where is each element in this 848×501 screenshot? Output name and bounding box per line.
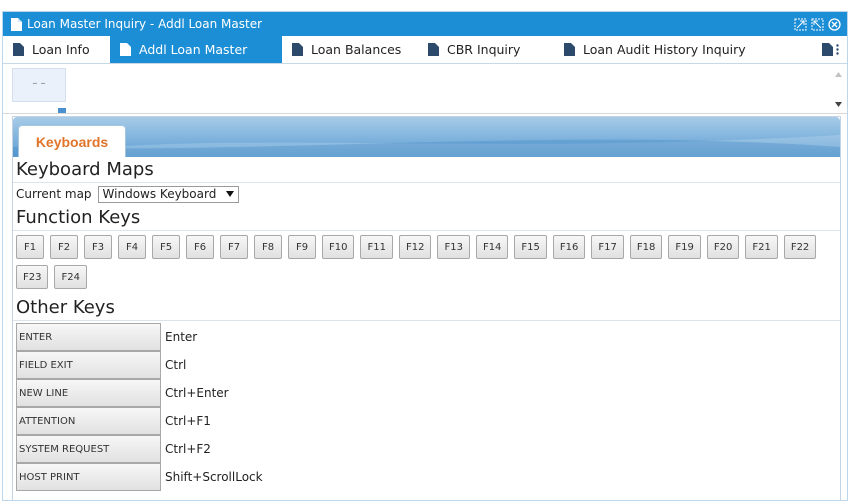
- function-key-button[interactable]: F5: [152, 235, 180, 259]
- document-icon: [11, 17, 22, 31]
- function-key-button[interactable]: F21: [745, 235, 778, 259]
- more-vertical-icon[interactable]: [836, 44, 839, 55]
- vertical-scrollbar[interactable]: [830, 64, 847, 114]
- function-key-button[interactable]: F14: [475, 235, 509, 259]
- document-icon: [292, 43, 303, 56]
- function-key-button[interactable]: F22: [783, 235, 817, 259]
- other-key-row: ENTER Enter: [16, 323, 840, 351]
- function-key-button[interactable]: F2: [50, 235, 78, 259]
- tab-loan-audit-history[interactable]: Loan Audit History Inquiry: [554, 36, 799, 63]
- tab-strip: Loan Info Addl Loan Master Loan Balances…: [3, 36, 847, 64]
- function-key-button[interactable]: F12: [398, 235, 432, 259]
- function-key-button[interactable]: F10: [322, 235, 355, 259]
- panel-header: Keyboards: [13, 117, 840, 157]
- tab-label: Loan Audit History Inquiry: [583, 42, 746, 57]
- maximize-icon[interactable]: [811, 18, 824, 31]
- other-key-row: NEW LINE Ctrl+Enter: [16, 379, 840, 407]
- other-key-mapping: Enter: [165, 330, 198, 344]
- function-key-button[interactable]: F3: [84, 235, 112, 259]
- document-icon: [822, 43, 833, 56]
- tab-label: Loan Info: [32, 42, 90, 57]
- other-key-row: HOST PRINT Shift+ScrollLock: [16, 463, 840, 491]
- tab-label: Loan Balances: [311, 42, 402, 57]
- function-key-button[interactable]: F18: [629, 235, 663, 259]
- other-key-row: FIELD EXIT Ctrl: [16, 351, 840, 379]
- current-map-select[interactable]: Windows Keyboard: [97, 185, 240, 203]
- preview-strip: – –: [3, 64, 847, 114]
- window-frame: Loan Master Inquiry - Addl Loan Master L…: [2, 11, 848, 501]
- current-map-row: Current map Windows Keyboard: [13, 183, 840, 205]
- function-key-button[interactable]: F17: [591, 235, 624, 259]
- other-key-mapping: Ctrl: [165, 358, 187, 372]
- other-keys-list: ENTER Enter FIELD EXIT Ctrl NEW LINE Ctrl+Ent…: [13, 323, 840, 491]
- other-key-row: ATTENTION Ctrl+F1: [16, 407, 840, 435]
- other-key-mapping: Ctrl+F1: [165, 414, 211, 428]
- function-key-button[interactable]: F24: [54, 265, 87, 289]
- dropdown-arrow-icon: [226, 191, 235, 197]
- function-key-button[interactable]: F7: [220, 235, 248, 259]
- function-key-button[interactable]: F9: [288, 235, 316, 259]
- function-keys-heading: Function Keys: [13, 205, 840, 231]
- other-key-mapping: Shift+ScrollLock: [165, 470, 263, 484]
- function-key-button[interactable]: F1: [16, 235, 44, 259]
- function-keys-grid: F1 F2 F3 F4 F5 F6 F7 F8 F9 F10 F11 F12 F13 F14 F15 F16 F…: [13, 231, 828, 295]
- function-key-button[interactable]: F23: [16, 265, 49, 289]
- other-key-button[interactable]: HOST PRINT: [16, 463, 161, 491]
- tab-label: Addl Loan Master: [139, 42, 248, 57]
- other-key-mapping: Ctrl+F2: [165, 442, 211, 456]
- keyboard-maps-heading: Keyboard Maps: [13, 157, 840, 183]
- other-key-row: SYSTEM REQUEST Ctrl+F2: [16, 435, 840, 463]
- document-icon: [428, 43, 439, 56]
- function-key-button[interactable]: F19: [668, 235, 701, 259]
- header-wave-decoration: [13, 135, 840, 157]
- document-icon: [564, 43, 575, 56]
- tab-loan-info[interactable]: Loan Info: [3, 36, 110, 63]
- tab-loan-balances[interactable]: Loan Balances: [282, 36, 418, 63]
- function-key-button[interactable]: F4: [118, 235, 146, 259]
- other-key-mapping: Ctrl+Enter: [165, 386, 229, 400]
- function-key-button[interactable]: F11: [360, 235, 393, 259]
- screen-thumbnail[interactable]: – –: [12, 68, 66, 102]
- current-map-label: Current map: [16, 187, 92, 201]
- keyboards-panel: Keyboards Keyboard Maps Current map Wind…: [12, 116, 841, 500]
- close-icon[interactable]: [828, 17, 841, 31]
- tab-addl-loan-master[interactable]: Addl Loan Master: [110, 36, 282, 63]
- tab-overflow-menu[interactable]: [799, 36, 845, 63]
- other-key-button[interactable]: FIELD EXIT: [16, 351, 161, 379]
- window-title: Loan Master Inquiry - Addl Loan Master: [27, 17, 263, 31]
- other-key-button[interactable]: NEW LINE: [16, 379, 161, 407]
- function-key-button[interactable]: F16: [552, 235, 586, 259]
- tab-keyboards[interactable]: Keyboards: [18, 125, 126, 157]
- document-icon: [13, 43, 24, 56]
- tab-label: CBR Inquiry: [447, 42, 521, 57]
- other-key-button[interactable]: ATTENTION: [16, 407, 161, 435]
- function-key-button[interactable]: F8: [254, 235, 282, 259]
- function-key-button[interactable]: F6: [186, 235, 214, 259]
- function-key-button[interactable]: F20: [706, 235, 740, 259]
- other-keys-heading: Other Keys: [13, 295, 840, 321]
- thumbnail-marker: [58, 108, 66, 113]
- tab-cbr-inquiry[interactable]: CBR Inquiry: [418, 36, 554, 63]
- restore-icon[interactable]: [794, 18, 807, 31]
- other-key-button[interactable]: SYSTEM REQUEST: [16, 435, 161, 463]
- other-key-button[interactable]: ENTER: [16, 323, 161, 351]
- function-key-button[interactable]: F15: [514, 235, 547, 259]
- window-titlebar: Loan Master Inquiry - Addl Loan Master: [3, 12, 847, 36]
- document-icon: [120, 43, 131, 56]
- function-key-button[interactable]: F13: [437, 235, 470, 259]
- window-controls: [794, 17, 841, 31]
- current-map-value: Windows Keyboard: [102, 187, 217, 201]
